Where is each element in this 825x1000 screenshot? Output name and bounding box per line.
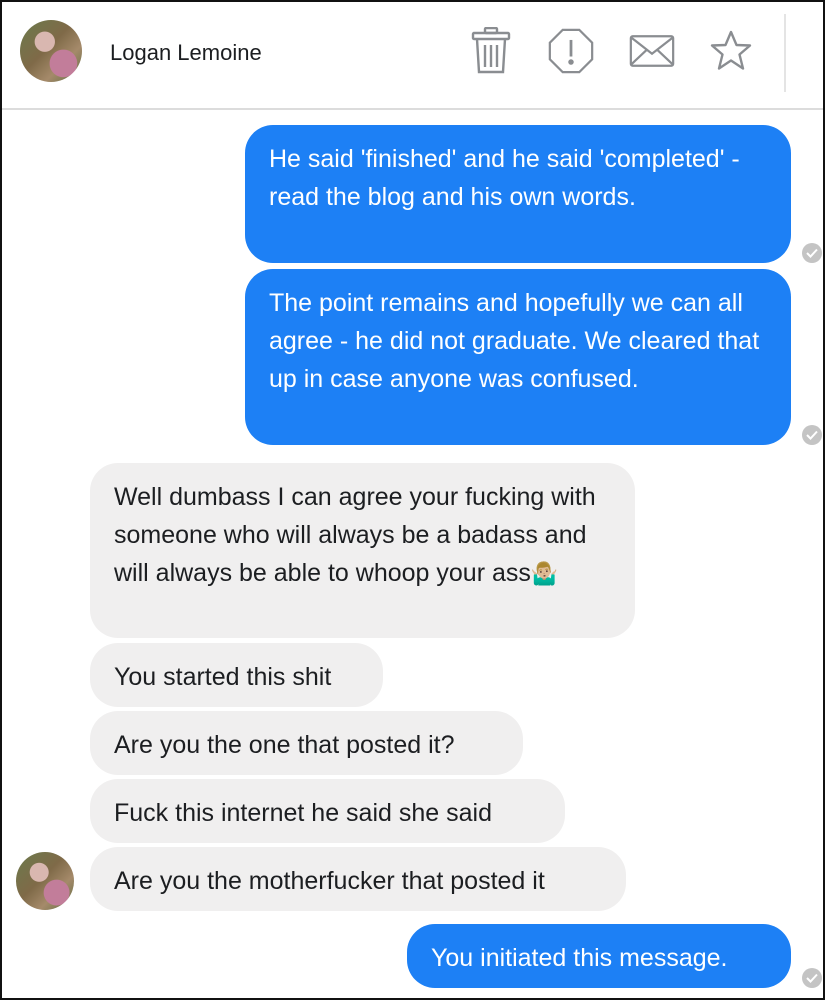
report-icon[interactable] (548, 28, 594, 74)
conversation-header: Logan Lemoine (2, 2, 823, 110)
outgoing-message[interactable]: He said 'finished' and he said 'complete… (245, 125, 791, 263)
header-divider (784, 14, 786, 92)
message-text: Fuck this internet he said she said (114, 799, 492, 827)
seen-check-icon (802, 243, 822, 263)
message-text: He said 'finished' and he said 'complete… (269, 145, 740, 211)
incoming-message[interactable]: Are you the one that posted it? (90, 711, 523, 775)
message-text: You initiated this message. (431, 944, 728, 972)
outgoing-message[interactable]: You initiated this message. (407, 924, 791, 988)
contact-name[interactable]: Logan Lemoine (110, 40, 262, 66)
outgoing-message[interactable]: The point remains and hopefully we can a… (245, 269, 791, 445)
mail-icon[interactable] (629, 28, 675, 74)
contact-avatar[interactable] (20, 20, 82, 82)
incoming-message[interactable]: Well dumbass I can agree your fucking wi… (90, 463, 635, 638)
incoming-message[interactable]: Fuck this internet he said she said (90, 779, 565, 843)
message-text: Are you the motherfucker that posted it (114, 867, 545, 895)
star-icon[interactable] (708, 28, 754, 74)
incoming-message[interactable]: You started this shit (90, 643, 383, 707)
message-text: You started this shit (114, 663, 332, 691)
messenger-window: Logan Lemoine He said 'finished' and he … (0, 0, 825, 1000)
message-text: Well dumbass I can agree your fucking wi… (114, 483, 596, 587)
shrug-emoji: 🤷🏼‍♂️ (530, 561, 559, 586)
sender-avatar[interactable] (16, 852, 74, 910)
message-text: Are you the one that posted it? (114, 731, 455, 759)
incoming-message[interactable]: Are you the motherfucker that posted it (90, 847, 626, 911)
message-text: The point remains and hopefully we can a… (269, 289, 760, 393)
trash-icon[interactable] (468, 27, 514, 74)
seen-check-icon (802, 968, 822, 988)
seen-check-icon (802, 425, 822, 445)
